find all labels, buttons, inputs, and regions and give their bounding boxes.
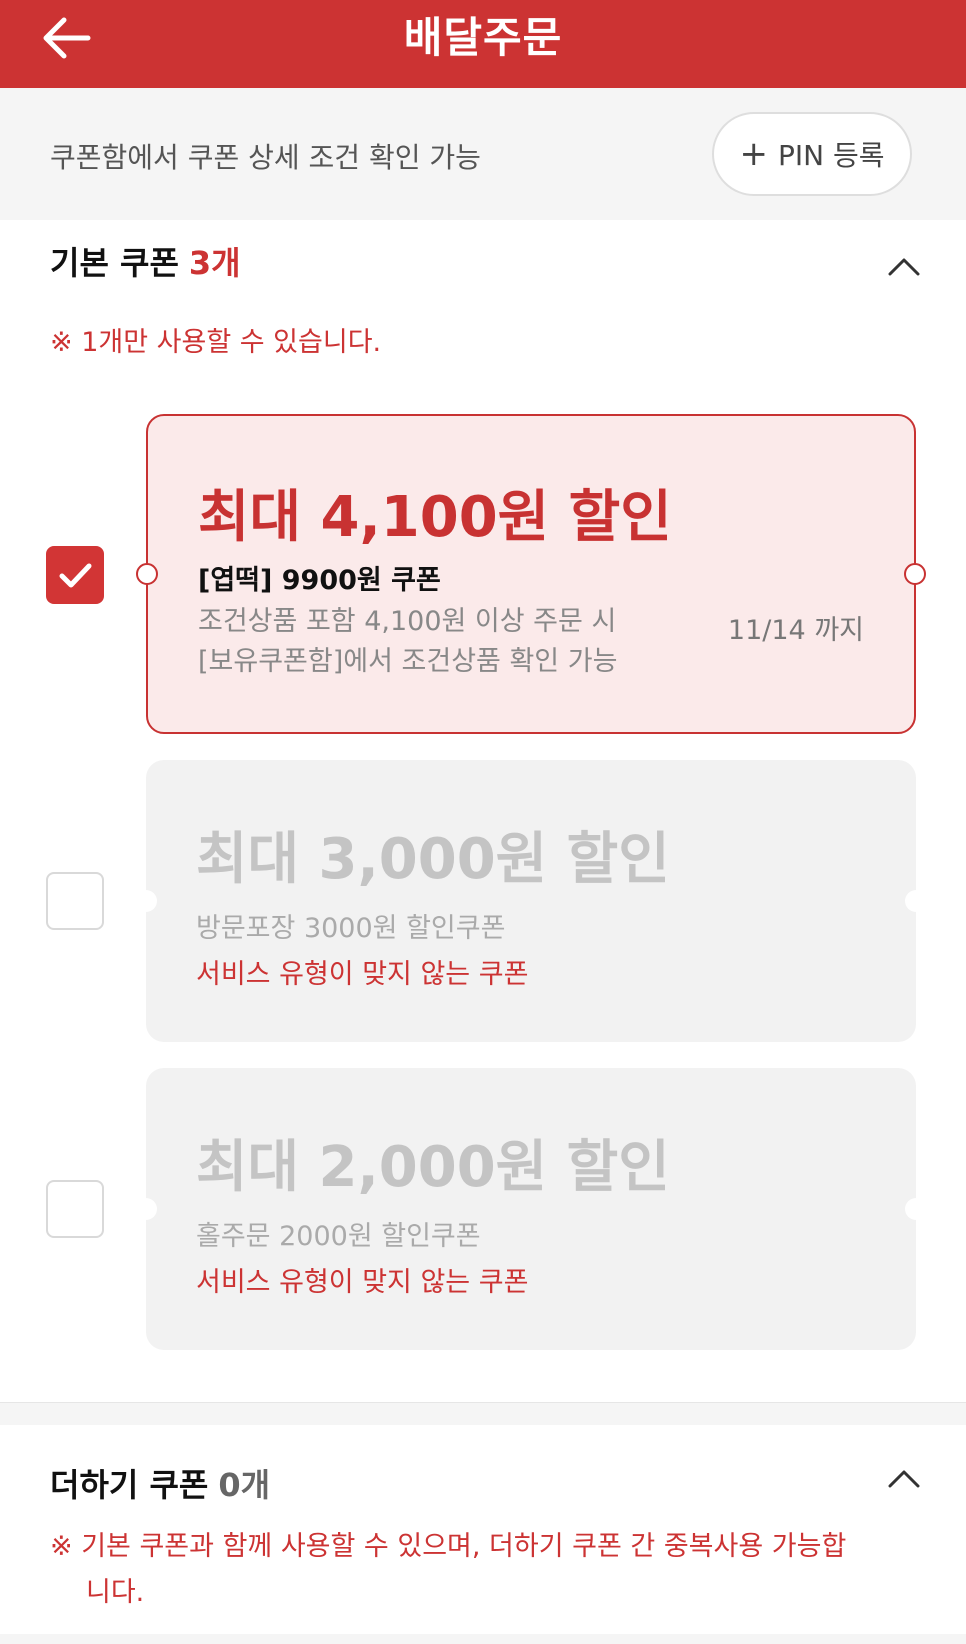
basic-coupon-title[interactable]: 기본 쿠폰 3개 (50, 238, 241, 284)
section-divider (0, 1402, 966, 1425)
bottom-divider (0, 1634, 966, 1644)
coupon-amount: 최대 3,000원 할인 (196, 827, 670, 892)
coupon-notch-right (904, 563, 926, 585)
coupon-name: 방문포장 3000원 할인쿠폰 (196, 913, 506, 944)
coupon-checkbox-3[interactable] (46, 1180, 104, 1238)
coupon-name: 홀주문 2000원 할인쿠폰 (196, 1221, 481, 1252)
coupon-checkbox-2[interactable] (46, 872, 104, 930)
coupon-warning: 서비스 유형이 맞지 않는 쿠폰 (196, 959, 529, 990)
plus-coupon-notice-line2: 니다. (86, 1577, 145, 1608)
coupon-notch-right (905, 890, 927, 912)
plus-coupon-title[interactable]: 더하기 쿠폰 0개 (50, 1460, 270, 1506)
plus-icon: + (739, 134, 768, 174)
plus-coupon-notice: ※ 기본 쿠폰과 함께 사용할 수 있으며, 더하기 쿠폰 간 중복사용 가능합… (50, 1524, 846, 1616)
coupon-card-1[interactable]: 최대 4,100원 할인 [엽떡] 9900원 쿠폰 조건상품 포함 4,100… (136, 414, 926, 734)
pin-register-button[interactable]: + PIN 등록 (712, 112, 912, 196)
chevron-up-icon[interactable] (884, 1464, 924, 1494)
coupon-card-3[interactable]: 최대 2,000원 할인 홀주문 2000원 할인쿠폰 서비스 유형이 맞지 않… (135, 1068, 927, 1350)
coupon-checkbox-1[interactable] (46, 546, 104, 604)
coupon-info-bar: 쿠폰함에서 쿠폰 상세 조건 확인 가능 + PIN 등록 (0, 88, 966, 220)
app-header: 배달주문 (0, 0, 966, 88)
coupon-info-text: 쿠폰함에서 쿠폰 상세 조건 확인 가능 (50, 141, 481, 174)
coupon-notch-left (136, 563, 158, 585)
coupon-amount: 최대 2,000원 할인 (196, 1135, 670, 1200)
pin-register-label: PIN 등록 (777, 139, 885, 172)
coupon-condition-note: [보유쿠폰함]에서 조건상품 확인 가능 (198, 646, 618, 677)
basic-coupon-count: 3개 (188, 244, 241, 282)
coupon-expiry: 11/14 까지 (727, 615, 864, 646)
coupon-notch-left (135, 1198, 157, 1220)
plus-coupon-title-text: 더하기 쿠폰 (50, 1466, 209, 1504)
coupon-condition: 조건상품 포함 4,100원 이상 주문 시 (198, 606, 617, 637)
basic-coupon-notice: ※ 1개만 사용할 수 있습니다. (50, 327, 382, 358)
coupon-notch-right (905, 1198, 927, 1220)
plus-coupon-count: 0개 (218, 1466, 271, 1504)
check-icon (59, 563, 92, 588)
plus-coupon-notice-line1: ※ 기본 쿠폰과 함께 사용할 수 있으며, 더하기 쿠폰 간 중복사용 가능합 (50, 1531, 847, 1562)
chevron-up-icon[interactable] (884, 252, 924, 282)
coupon-card-2[interactable]: 최대 3,000원 할인 방문포장 3000원 할인쿠폰 서비스 유형이 맞지 … (135, 760, 927, 1042)
coupon-name: [엽떡] 9900원 쿠폰 (198, 565, 441, 596)
coupon-warning: 서비스 유형이 맞지 않는 쿠폰 (196, 1267, 529, 1298)
coupon-amount: 최대 4,100원 할인 (198, 485, 672, 550)
coupon-notch-left (135, 890, 157, 912)
basic-coupon-title-text: 기본 쿠폰 (50, 244, 179, 282)
page-title: 배달주문 (403, 13, 563, 62)
